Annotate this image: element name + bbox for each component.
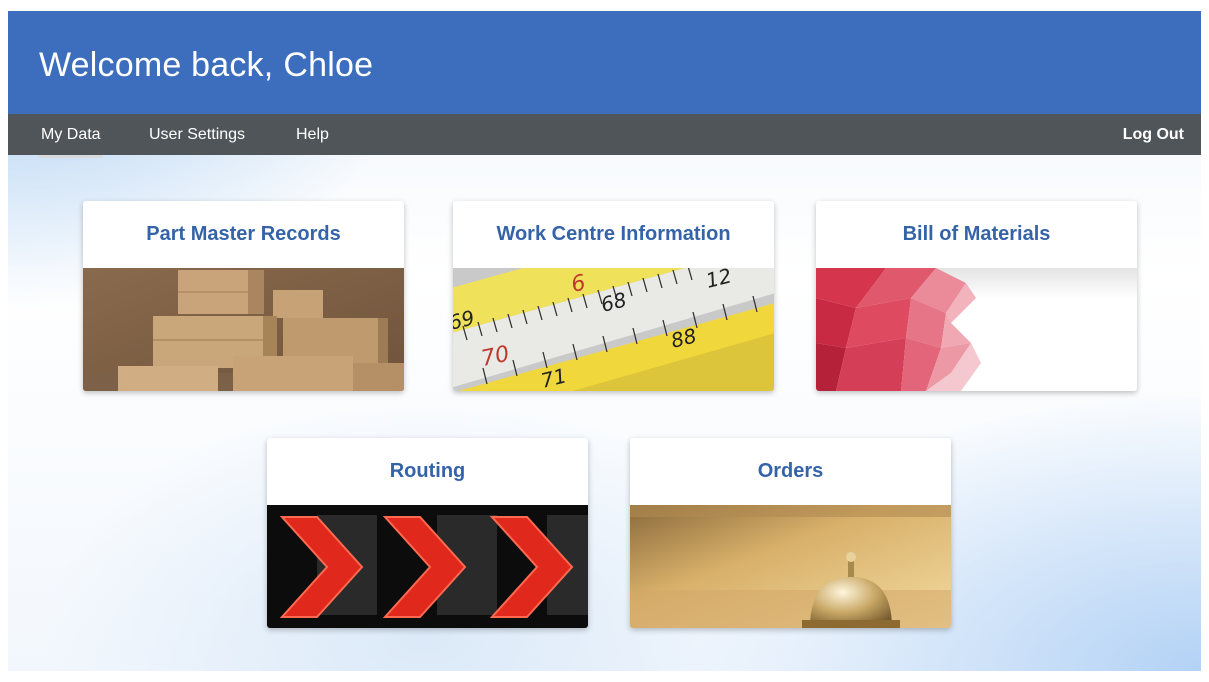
- greeting-text: Welcome back,: [39, 46, 274, 84]
- card-part-master-records[interactable]: Part Master Records: [83, 201, 404, 391]
- nav-user-settings[interactable]: User Settings: [149, 126, 245, 144]
- service-bell-image: [630, 505, 951, 628]
- card-bill-of-materials[interactable]: Bill of Materials: [816, 201, 1137, 391]
- card-title: Part Master Records: [146, 223, 341, 245]
- measuring-tape-image: 6 70 68 88 71 12 69: [453, 268, 774, 391]
- card-title: Work Centre Information: [496, 223, 731, 245]
- top-nav: My Data User Settings Help Log Out: [8, 114, 1201, 158]
- card-title: Orders: [757, 460, 824, 482]
- card-routing[interactable]: Routing: [267, 438, 588, 628]
- card-work-centre-information[interactable]: Work Centre Information 6 70 68 88 71 12…: [453, 201, 774, 391]
- app-frame: Welcome back, Chloe My Data User Settings…: [8, 11, 1201, 671]
- card-orders[interactable]: Orders: [630, 438, 951, 628]
- nav-help[interactable]: Help: [296, 126, 329, 144]
- user-name: Chloe: [283, 46, 374, 84]
- header-banner: Welcome back, Chloe: [8, 11, 1201, 114]
- nav-my-data[interactable]: My Data: [39, 126, 103, 158]
- red-led-arrows-image: [267, 505, 588, 628]
- welcome-heading: Welcome back, Chloe: [39, 46, 373, 85]
- card-title: Routing: [389, 460, 466, 482]
- card-title: Bill of Materials: [902, 223, 1051, 245]
- logout-link[interactable]: Log Out: [1123, 126, 1184, 144]
- red-polygon-image: [816, 268, 1137, 391]
- cardboard-boxes-image: [83, 268, 404, 391]
